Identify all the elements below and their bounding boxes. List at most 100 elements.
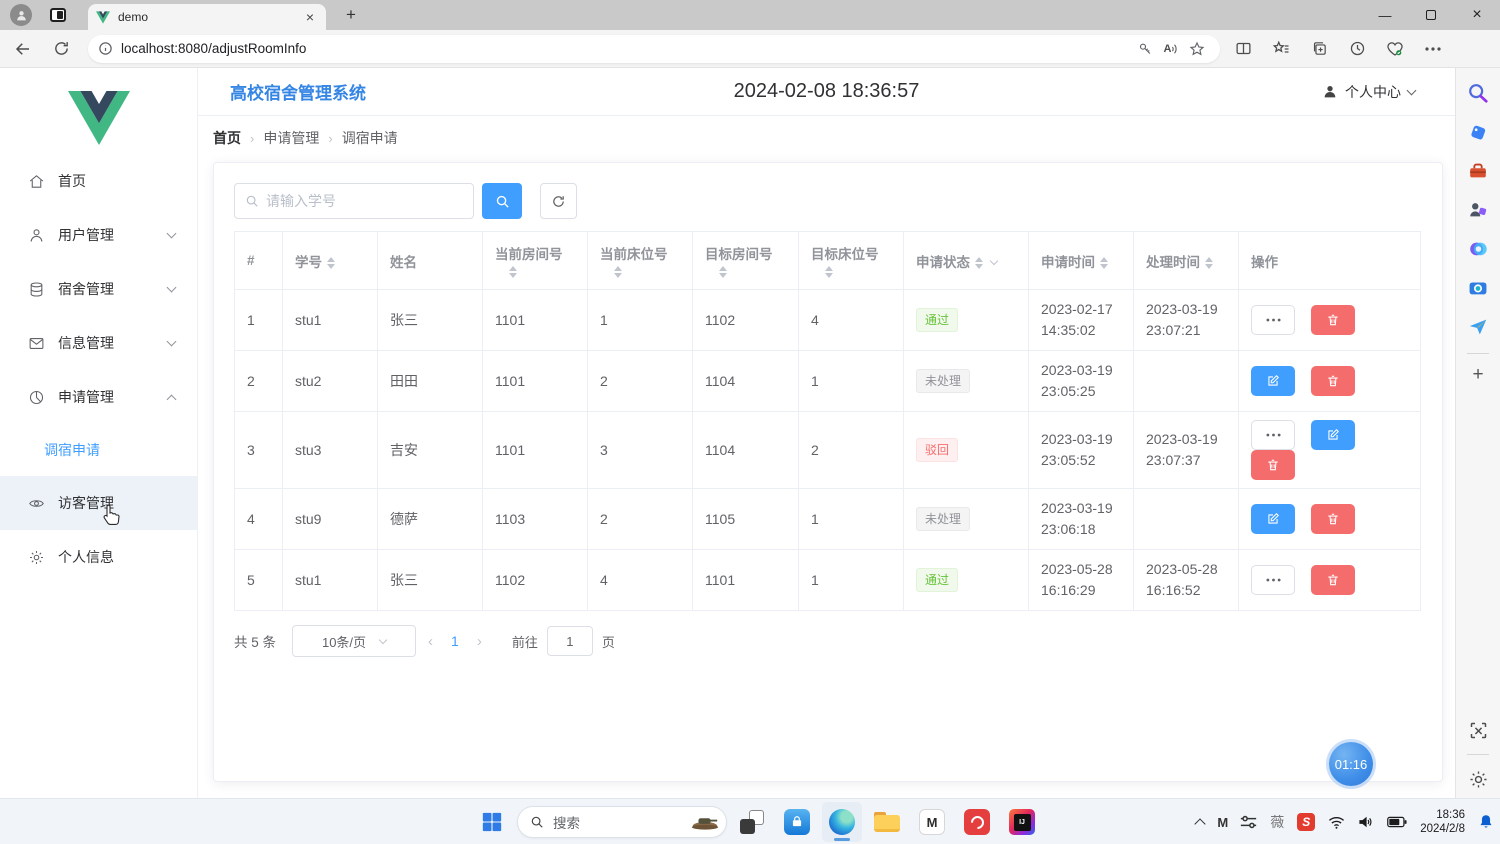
sidebar-search-icon[interactable]: [1463, 78, 1493, 108]
taskbar-search-box[interactable]: 搜索: [517, 806, 727, 838]
recording-timer-bubble[interactable]: 01:16: [1329, 742, 1373, 786]
col-status[interactable]: 申请状态: [904, 232, 1029, 290]
back-button[interactable]: [8, 34, 38, 64]
goto-page-input[interactable]: [547, 626, 593, 656]
window-minimize-button[interactable]: —: [1362, 0, 1408, 30]
tab-workspaces-icon[interactable]: [50, 8, 66, 22]
battery-icon[interactable]: [1387, 816, 1407, 828]
password-key-icon[interactable]: [1132, 36, 1158, 62]
tray-sliders-icon[interactable]: [1240, 815, 1257, 829]
delete-button[interactable]: [1311, 565, 1355, 595]
refresh-button[interactable]: [46, 34, 76, 64]
student-id-search-input[interactable]: [266, 193, 463, 209]
browser-profile-avatar[interactable]: [10, 4, 32, 26]
notification-bell-icon[interactable]: [1478, 814, 1494, 831]
intellij-idea-button[interactable]: IJ: [1002, 802, 1042, 842]
address-bar[interactable]: localhost:8080/adjustRoomInfo A: [88, 35, 1220, 63]
delete-button[interactable]: [1251, 450, 1295, 480]
file-explorer-button[interactable]: [867, 802, 907, 842]
sidebar-screenshot-icon[interactable]: [1463, 715, 1493, 745]
tab-close-icon[interactable]: ×: [302, 9, 318, 25]
music-app-button[interactable]: [957, 802, 997, 842]
edit-button[interactable]: [1251, 366, 1295, 396]
more-actions-button[interactable]: [1251, 420, 1295, 450]
breadcrumb-home[interactable]: 首页: [213, 128, 241, 148]
read-aloud-icon[interactable]: A: [1158, 36, 1184, 62]
browser-menu-icon[interactable]: [1418, 34, 1448, 64]
sidebar-drop-icon[interactable]: [1463, 312, 1493, 342]
sidebar-item-applications[interactable]: 申请管理: [0, 370, 197, 424]
sidebar-settings-icon[interactable]: [1463, 764, 1493, 794]
taskbar: 搜索 M IJ M 薇 S 18:36 2024/2/8: [0, 798, 1500, 844]
favorite-star-icon[interactable]: [1184, 36, 1210, 62]
current-page[interactable]: 1: [445, 633, 465, 649]
sidebar-item-visitors[interactable]: 访客管理: [0, 476, 197, 530]
search-button[interactable]: [482, 183, 522, 219]
sidebar-add-icon[interactable]: +: [1472, 364, 1483, 386]
site-info-icon[interactable]: [98, 41, 113, 56]
page-size-select[interactable]: 10条/页: [292, 625, 416, 657]
breadcrumb-apply-mgmt[interactable]: 申请管理: [263, 128, 319, 148]
start-button[interactable]: [472, 802, 512, 842]
wifi-icon[interactable]: [1328, 816, 1345, 829]
sidebar-games-icon[interactable]: [1463, 195, 1493, 225]
reset-button[interactable]: [540, 183, 577, 219]
sidebar-shopping-icon[interactable]: [1463, 117, 1493, 147]
filter-chevron-icon[interactable]: [990, 257, 998, 265]
browser-essentials-icon[interactable]: [1380, 34, 1410, 64]
history-icon[interactable]: [1342, 34, 1372, 64]
split-screen-icon[interactable]: [1228, 34, 1258, 64]
col-target-bed[interactable]: 目标床位号: [799, 232, 904, 290]
sort-carets-icon[interactable]: [719, 266, 727, 278]
sidebar-item-profile[interactable]: 个人信息: [0, 530, 197, 584]
sidebar-toolbox-icon[interactable]: [1463, 156, 1493, 186]
tray-sogou-icon[interactable]: S: [1297, 813, 1315, 831]
col-student-id[interactable]: 学号: [283, 232, 378, 290]
tray-expand-icon[interactable]: [1195, 818, 1206, 829]
sort-carets-icon[interactable]: [509, 266, 517, 278]
edit-button[interactable]: [1251, 504, 1295, 534]
col-target-room[interactable]: 目标房间号: [693, 232, 799, 290]
sidebar-item-home[interactable]: 首页: [0, 154, 197, 208]
col-current-room[interactable]: 当前房间号: [483, 232, 588, 290]
col-handle-time[interactable]: 处理时间: [1134, 232, 1239, 290]
user-center-menu[interactable]: 个人中心: [1322, 82, 1415, 102]
sort-carets-icon[interactable]: [825, 266, 833, 278]
tray-typora-icon[interactable]: M: [1217, 815, 1227, 830]
next-page-button[interactable]: ›: [465, 633, 494, 650]
sidebar-item-messages[interactable]: 信息管理: [0, 316, 197, 370]
new-tab-button[interactable]: +: [340, 5, 362, 25]
speaker-icon[interactable]: [1358, 815, 1374, 829]
window-close-button[interactable]: ×: [1454, 0, 1500, 30]
delete-button[interactable]: [1311, 504, 1355, 534]
sidebar-subitem-adjust-room[interactable]: 调宿申请: [0, 424, 197, 476]
sort-carets-icon[interactable]: [1100, 257, 1108, 269]
sort-carets-icon[interactable]: [975, 257, 983, 269]
chevron-down-icon: [167, 337, 177, 347]
edge-browser-button[interactable]: [822, 802, 862, 842]
sidebar-item-users[interactable]: 用户管理: [0, 208, 197, 262]
delete-button[interactable]: [1311, 305, 1355, 335]
more-actions-button[interactable]: [1251, 305, 1295, 335]
more-actions-button[interactable]: [1251, 565, 1295, 595]
tray-ime-icon[interactable]: 薇: [1270, 812, 1284, 832]
sidebar-designer-icon[interactable]: [1463, 234, 1493, 264]
sort-carets-icon[interactable]: [1205, 257, 1213, 269]
microsoft-store-button[interactable]: [777, 802, 817, 842]
window-restore-button[interactable]: [1408, 0, 1454, 30]
sort-carets-icon[interactable]: [327, 257, 335, 269]
col-current-bed[interactable]: 当前床位号: [588, 232, 693, 290]
prev-page-button[interactable]: ‹: [416, 633, 445, 650]
delete-button[interactable]: [1311, 366, 1355, 396]
task-view-button[interactable]: [732, 802, 772, 842]
sidebar-item-dorms[interactable]: 宿舍管理: [0, 262, 197, 316]
browser-tab[interactable]: demo ×: [88, 4, 326, 30]
sidebar-camera-icon[interactable]: [1463, 273, 1493, 303]
col-apply-time[interactable]: 申请时间: [1029, 232, 1134, 290]
edit-button[interactable]: [1311, 420, 1355, 450]
favorites-icon[interactable]: [1266, 34, 1296, 64]
collections-icon[interactable]: [1304, 34, 1334, 64]
tray-clock[interactable]: 18:36 2024/2/8: [1420, 808, 1465, 837]
sort-carets-icon[interactable]: [614, 266, 622, 278]
typora-button[interactable]: M: [912, 802, 952, 842]
